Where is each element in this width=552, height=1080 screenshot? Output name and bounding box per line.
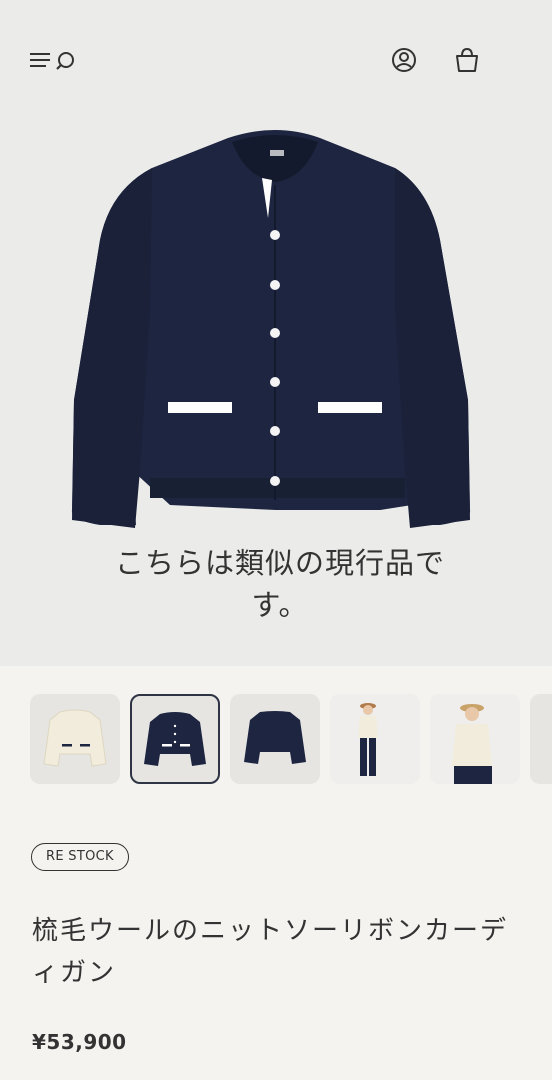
thumbnail-more[interactable]	[530, 694, 552, 784]
thumbnail-navy-cardigan-back[interactable]	[230, 694, 320, 784]
thumbnail-strip	[30, 694, 552, 786]
thumbnail-model-styling[interactable]	[330, 694, 420, 784]
account-button[interactable]	[388, 44, 422, 78]
thumbnail-model-hat[interactable]	[430, 694, 520, 784]
shopping-bag-icon	[456, 47, 478, 72]
menu-icon	[30, 52, 74, 70]
thumbnail-ivory-cardigan[interactable]	[30, 694, 120, 784]
product-title: 梳毛ウールのニットソーリボンカーディガン	[32, 916, 509, 988]
hero-caption: こちらは類似の現行品です。	[114, 546, 445, 622]
search-icon	[56, 52, 74, 70]
cart-button[interactable]	[450, 44, 484, 78]
thumbnail-navy-cardigan[interactable]	[130, 694, 220, 784]
site-header	[0, 0, 552, 120]
product-price: ¥53,900	[32, 1030, 127, 1054]
restock-badge: RE STOCK	[31, 843, 129, 871]
user-circle-icon	[392, 48, 416, 72]
menu-search-button[interactable]	[28, 44, 80, 78]
